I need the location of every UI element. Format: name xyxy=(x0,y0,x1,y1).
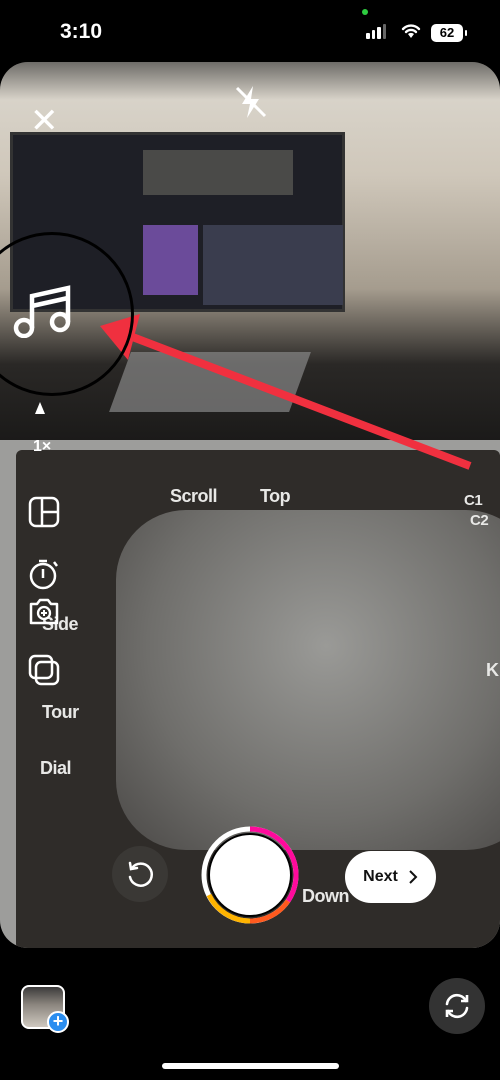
annotation-arrow xyxy=(100,314,472,470)
chevron-right-icon xyxy=(409,870,418,884)
next-button[interactable]: Next xyxy=(345,851,436,903)
clock: 3:10 xyxy=(60,20,103,43)
next-label: Next xyxy=(363,868,398,885)
status-bar: 3:10 62 xyxy=(0,0,500,64)
camera-viewfinder[interactable]: Scroll Top C1 C2 Side Tour Dial Down K ✕… xyxy=(0,62,500,948)
camera-in-use-indicator xyxy=(362,9,368,15)
flip-camera-icon xyxy=(445,993,469,1019)
home-indicator[interactable] xyxy=(162,1063,339,1069)
battery-indicator: 62 xyxy=(431,24,467,42)
multi-capture-icon[interactable] xyxy=(28,654,60,686)
wifi-icon xyxy=(401,24,421,38)
selector-caret-icon xyxy=(35,402,45,414)
flip-camera-button[interactable] xyxy=(429,978,485,1034)
signal-icon xyxy=(366,24,386,39)
layout-icon[interactable] xyxy=(28,496,60,528)
add-camera-icon[interactable] xyxy=(28,596,60,626)
undo-button[interactable] xyxy=(112,846,168,902)
flash-off-icon[interactable] xyxy=(234,84,268,120)
undo-icon xyxy=(128,861,153,887)
shutter-button[interactable] xyxy=(200,825,300,925)
music-icon[interactable] xyxy=(12,282,72,338)
close-icon[interactable]: ✕ xyxy=(30,104,59,138)
add-icon[interactable]: + xyxy=(47,1011,69,1033)
zoom-level-button[interactable]: 1× xyxy=(33,438,51,456)
timer-icon[interactable] xyxy=(28,557,60,591)
